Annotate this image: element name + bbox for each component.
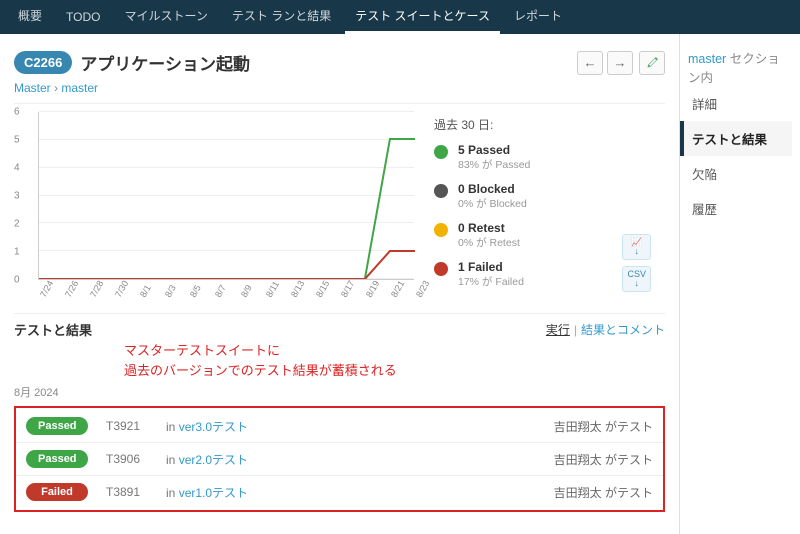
run-link[interactable]: ver3.0テスト [179, 420, 248, 434]
legend-item: 5 Passed83% が Passed [434, 143, 530, 172]
legend-dot-icon [434, 223, 448, 237]
sidebar: master セクション内 詳細テストと結果欠陥履歴 [680, 34, 800, 534]
case-id-badge[interactable]: C2266 [14, 51, 72, 74]
legend-title: 過去 30 日: [434, 116, 530, 133]
legend-dot-icon [434, 262, 448, 276]
test-id[interactable]: T3906 [106, 452, 166, 466]
run-link[interactable]: ver1.0テスト [179, 486, 248, 500]
annotation: マスターテストスイートに 過去のバージョンでのテスト結果が蓄積される [124, 341, 665, 380]
tester: 吉田翔太 がテスト [554, 484, 653, 501]
legend-dot-icon [434, 145, 448, 159]
nav-tab[interactable]: 概要 [8, 0, 52, 34]
nav-tab[interactable]: レポート [504, 0, 572, 34]
legend-item: 0 Blocked0% が Blocked [434, 182, 530, 211]
breadcrumb: Master › master [14, 81, 665, 95]
chart-csv-button[interactable]: CSV↓ [622, 266, 651, 292]
edit-button[interactable] [639, 51, 665, 75]
legend-item: 0 Retest0% が Retest [434, 221, 530, 250]
run-link[interactable]: ver2.0テスト [179, 453, 248, 467]
chart-box: 01234567/247/267/287/308/18/38/58/78/98/… [14, 103, 665, 303]
status-pill: Failed [26, 483, 88, 501]
sidebar-item[interactable]: 詳細 [688, 86, 792, 121]
next-button[interactable]: → [607, 51, 633, 75]
chart-image-button[interactable]: 📈↓ [622, 234, 651, 260]
chart-legend: 過去 30 日: 5 Passed83% が Passed 0 Blocked0%… [434, 112, 530, 303]
breadcrumb-master[interactable]: Master [14, 81, 51, 95]
section-title: テストと結果 [14, 320, 546, 339]
title-bar: C2266 アプリケーション起動 ← → [14, 50, 665, 75]
run-link[interactable]: 実行 [546, 323, 570, 337]
results-comments-link[interactable]: 結果とコメント [581, 323, 665, 337]
pencil-icon [646, 56, 659, 69]
sidebar-master[interactable]: master セクション内 [688, 48, 792, 86]
results-list: PassedT3921in ver3.0テスト吉田翔太 がテストPassedT3… [14, 406, 665, 512]
sidebar-item[interactable]: 履歴 [688, 191, 792, 226]
legend-dot-icon [434, 184, 448, 198]
tester: 吉田翔太 がテスト [554, 418, 653, 435]
sidebar-item[interactable]: テストと結果 [680, 121, 792, 156]
legend-item: 1 Failed17% が Failed [434, 260, 530, 289]
result-row[interactable]: FailedT3891in ver1.0テスト吉田翔太 がテスト [16, 475, 663, 508]
page-title: アプリケーション起動 [80, 50, 577, 75]
breadcrumb-section[interactable]: master [61, 81, 98, 95]
test-id[interactable]: T3891 [106, 485, 166, 499]
chart: 01234567/247/267/287/308/18/38/58/78/98/… [14, 112, 414, 302]
nav-tab[interactable]: テスト ランと結果 [222, 0, 341, 34]
top-nav: 概要TODOマイルストーンテスト ランと結果テスト スイートとケースレポート [0, 0, 800, 34]
result-row[interactable]: PassedT3906in ver2.0テスト吉田翔太 がテスト [16, 442, 663, 475]
nav-tab[interactable]: テスト スイートとケース [345, 0, 500, 34]
tester: 吉田翔太 がテスト [554, 451, 653, 468]
result-row[interactable]: PassedT3921in ver3.0テスト吉田翔太 がテスト [16, 410, 663, 442]
status-pill: Passed [26, 417, 88, 435]
nav-tab[interactable]: マイルストーン [114, 0, 217, 34]
sidebar-item[interactable]: 欠陥 [688, 156, 792, 191]
test-id[interactable]: T3921 [106, 419, 166, 433]
nav-tab[interactable]: TODO [56, 2, 110, 34]
status-pill: Passed [26, 450, 88, 468]
month-heading: 8月 2024 [14, 384, 665, 400]
prev-button[interactable]: ← [577, 51, 603, 75]
